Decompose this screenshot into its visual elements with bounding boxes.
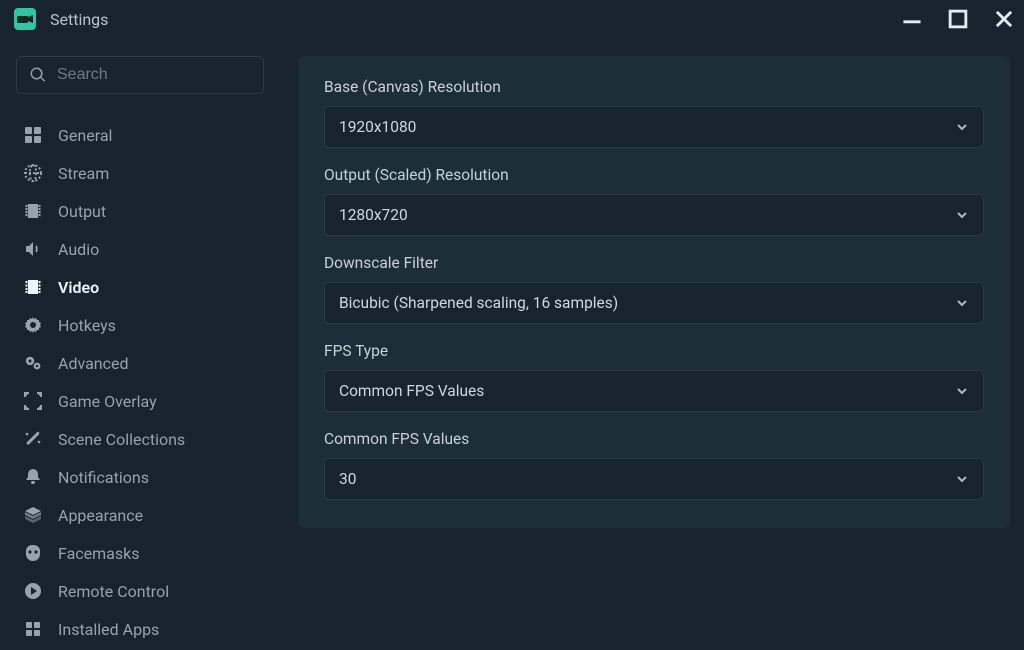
sidebar-item-label: Installed Apps <box>58 620 159 639</box>
field-common-fps: Common FPS Values 30 <box>324 430 984 500</box>
select-value: Bicubic (Sharpened scaling, 16 samples) <box>339 294 618 312</box>
field-downscale-filter: Downscale Filter Bicubic (Sharpened scal… <box>324 254 984 324</box>
search-icon <box>29 66 47 84</box>
close-button[interactable] <box>994 9 1014 29</box>
fps-type-select[interactable]: Common FPS Values <box>324 370 984 412</box>
gear-icon <box>22 314 44 336</box>
chevron-down-icon <box>955 472 969 486</box>
base-resolution-select[interactable]: 1920x1080 <box>324 106 984 148</box>
field-label: Common FPS Values <box>324 430 984 448</box>
sidebar-item-label: General <box>58 126 112 145</box>
sidebar-item-scene-collections[interactable]: Scene Collections <box>16 420 264 458</box>
field-label: Base (Canvas) Resolution <box>324 78 984 96</box>
speaker-icon <box>22 238 44 260</box>
sidebar-item-game-overlay[interactable]: Game Overlay <box>16 382 264 420</box>
field-base-resolution: Base (Canvas) Resolution 1920x1080 <box>324 78 984 148</box>
gears-icon <box>22 352 44 374</box>
field-output-resolution: Output (Scaled) Resolution 1280x720 <box>324 166 984 236</box>
sidebar-item-label: Notifications <box>58 468 149 487</box>
sidebar-item-label: Stream <box>58 164 109 183</box>
select-value: 1920x1080 <box>339 118 416 136</box>
sidebar-item-audio[interactable]: Audio <box>16 230 264 268</box>
maximize-button[interactable] <box>948 9 968 29</box>
titlebar: Settings <box>0 0 1024 38</box>
sidebar-item-label: Facemasks <box>58 544 140 563</box>
sidebar-item-label: Audio <box>58 240 99 259</box>
window-controls <box>902 9 1014 29</box>
sidebar-nav: General Stream Output Audio Video Hotkey… <box>16 116 264 648</box>
sidebar-item-label: Advanced <box>58 354 129 373</box>
minimize-button[interactable] <box>902 9 922 29</box>
sidebar-item-label: Hotkeys <box>58 316 116 335</box>
sidebar-item-installed-apps[interactable]: Installed Apps <box>16 610 264 648</box>
sidebar-item-advanced[interactable]: Advanced <box>16 344 264 382</box>
sidebar-item-label: Output <box>58 202 106 221</box>
sidebar-item-hotkeys[interactable]: Hotkeys <box>16 306 264 344</box>
apps-icon <box>22 618 44 640</box>
search-input-wrap[interactable] <box>16 56 264 94</box>
app-icon <box>14 8 36 30</box>
sidebar-item-notifications[interactable]: Notifications <box>16 458 264 496</box>
expand-icon <box>22 390 44 412</box>
sidebar-item-label: Game Overlay <box>58 392 157 411</box>
sidebar-item-label: Video <box>58 278 99 297</box>
bell-icon <box>22 466 44 488</box>
field-label: Output (Scaled) Resolution <box>324 166 984 184</box>
content: Base (Canvas) Resolution 1920x1080 Outpu… <box>280 38 1024 650</box>
layers-icon <box>22 504 44 526</box>
sidebar-item-facemasks[interactable]: Facemasks <box>16 534 264 572</box>
sidebar: General Stream Output Audio Video Hotkey… <box>0 38 280 650</box>
chevron-down-icon <box>955 296 969 310</box>
sidebar-item-general[interactable]: General <box>16 116 264 154</box>
sidebar-item-remote-control[interactable]: Remote Control <box>16 572 264 610</box>
field-label: FPS Type <box>324 342 984 360</box>
select-value: 1280x720 <box>339 206 408 224</box>
globe-icon <box>22 162 44 184</box>
sidebar-item-label: Appearance <box>58 506 143 525</box>
sidebar-item-label: Remote Control <box>58 582 169 601</box>
play-circle-icon <box>22 580 44 602</box>
field-fps-type: FPS Type Common FPS Values <box>324 342 984 412</box>
downscale-filter-select[interactable]: Bicubic (Sharpened scaling, 16 samples) <box>324 282 984 324</box>
grid-icon <box>22 124 44 146</box>
output-resolution-select[interactable]: 1280x720 <box>324 194 984 236</box>
settings-panel: Base (Canvas) Resolution 1920x1080 Outpu… <box>298 56 1010 528</box>
video-icon <box>22 276 44 298</box>
sidebar-item-video[interactable]: Video <box>16 268 264 306</box>
window-title: Settings <box>50 10 108 29</box>
wand-icon <box>22 428 44 450</box>
film-icon <box>22 200 44 222</box>
mask-icon <box>22 542 44 564</box>
sidebar-item-stream[interactable]: Stream <box>16 154 264 192</box>
select-value: 30 <box>339 470 356 488</box>
field-label: Downscale Filter <box>324 254 984 272</box>
sidebar-item-appearance[interactable]: Appearance <box>16 496 264 534</box>
chevron-down-icon <box>955 384 969 398</box>
common-fps-select[interactable]: 30 <box>324 458 984 500</box>
search-input[interactable] <box>57 66 264 84</box>
chevron-down-icon <box>955 120 969 134</box>
select-value: Common FPS Values <box>339 382 484 400</box>
chevron-down-icon <box>955 208 969 222</box>
sidebar-item-output[interactable]: Output <box>16 192 264 230</box>
sidebar-item-label: Scene Collections <box>58 430 185 449</box>
